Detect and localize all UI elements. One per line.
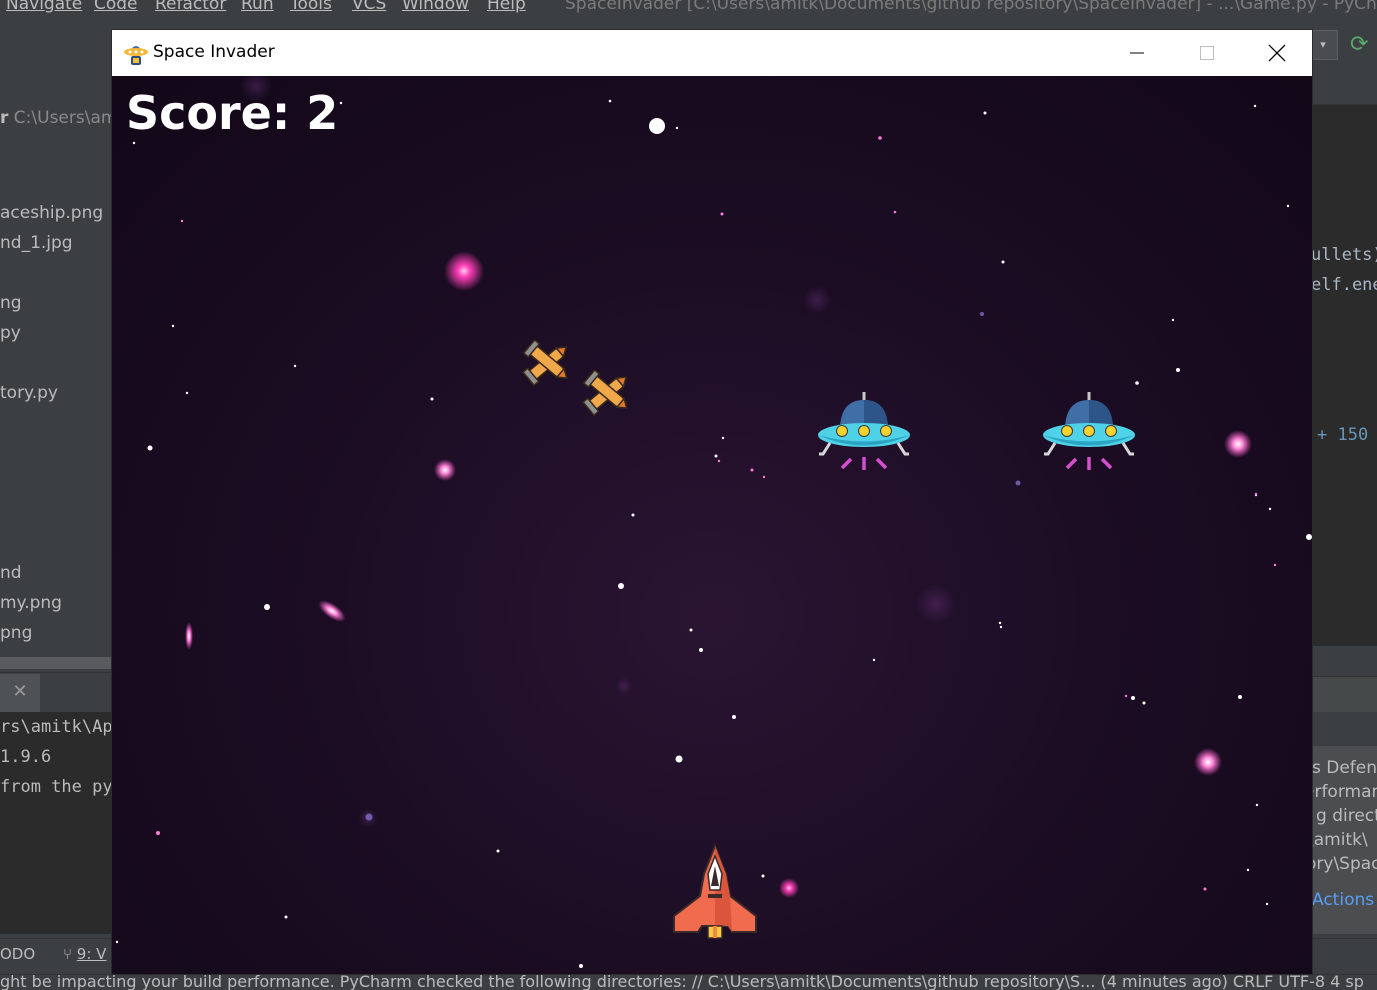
missile-bullet-icon [582, 370, 628, 416]
ufo-enemy-icon [818, 392, 910, 470]
game-canvas[interactable]: Score: 2 [112, 76, 1312, 974]
menu-help[interactable]: Help [487, 0, 526, 14]
close-icon [1268, 44, 1286, 62]
todo-tab[interactable]: ODO [0, 945, 35, 963]
ufo-icon [124, 46, 148, 65]
maximize-button[interactable] [1172, 30, 1242, 76]
project-item[interactable]: ng [0, 293, 22, 313]
status-bar: ght be impacting your build performance.… [0, 974, 1377, 990]
close-button[interactable] [1242, 30, 1312, 76]
minimize-button[interactable] [1102, 30, 1172, 76]
menu-run[interactable]: Run [241, 0, 274, 14]
window-title: Space Invader [153, 42, 275, 62]
menu-code[interactable]: Code [94, 0, 138, 14]
branch-icon: ⑂ [63, 945, 73, 963]
rerun-icon[interactable]: ⟳ [1350, 32, 1368, 57]
ide-menubar: Navigate Code Refactor Run Tools VCS Win… [0, 0, 1377, 20]
ide-window-title: SpaceInvader [C:\Users\amitk\Documents\g… [565, 0, 1377, 14]
notification-text: g direct [1316, 806, 1377, 826]
project-item[interactable]: tory.py [0, 383, 58, 403]
tool-window-header [1311, 676, 1377, 714]
notification-text: \amitk\ [1311, 830, 1368, 850]
code-line: ullets) [1311, 245, 1377, 265]
score-label: Score: 2 [126, 86, 339, 140]
starfield [115, 76, 1312, 968]
maximize-icon [1200, 46, 1214, 60]
menu-window[interactable]: Window [402, 0, 469, 14]
panel-divider [1311, 646, 1377, 676]
menu-refactor[interactable]: Refactor [155, 0, 226, 14]
game-window: Space Invader Score: 2 [112, 30, 1312, 974]
notification-balloon[interactable]: s Defen erforman g direct \amitk\ ory\Sp… [1311, 746, 1377, 934]
code-line: + 150 [1317, 425, 1369, 445]
ufo-enemy-icon [1043, 392, 1135, 470]
window-titlebar[interactable]: Space Invader [112, 30, 1312, 76]
run-console [0, 712, 112, 934]
notification-text: erforman [1312, 782, 1377, 802]
project-item[interactable]: nd_1.jpg [0, 233, 73, 253]
code-editor[interactable] [1311, 66, 1377, 646]
project-item[interactable]: py [0, 323, 21, 343]
console-line: from the pyg [0, 777, 123, 797]
code-line: elf.ene [1311, 275, 1377, 295]
project-header: r C:\Users\am [0, 108, 118, 128]
close-icon[interactable]: ✕ [0, 674, 40, 715]
status-message[interactable]: ght be impacting your build performance.… [0, 975, 1364, 990]
menu-tools[interactable]: Tools [290, 0, 332, 14]
console-line: rs\amitk\App [0, 717, 123, 737]
notification-text: s Defen [1312, 758, 1377, 778]
menu-navigate[interactable]: Navigate [6, 0, 82, 14]
console-line: 1.9.6 [0, 747, 52, 767]
minimize-icon [1130, 52, 1144, 54]
project-scrollbar[interactable] [0, 657, 112, 669]
project-item[interactable]: my.png [0, 593, 62, 613]
missile-bullet-icon [522, 340, 568, 386]
notification-text: ory\Spac [1312, 854, 1377, 874]
menu-vcs[interactable]: VCS [352, 0, 386, 14]
run-config-dropdown[interactable]: ▾ [1308, 30, 1338, 60]
vcs-tab[interactable]: ⑂ 9: V [63, 945, 106, 963]
panel-divider [1311, 712, 1377, 744]
project-item[interactable]: aceship.png [0, 203, 103, 223]
player-spaceship-icon [673, 844, 757, 939]
project-item[interactable]: nd [0, 563, 22, 583]
notification-actions-link[interactable]: Actions ▾ [1312, 890, 1377, 910]
project-item[interactable]: png [0, 623, 32, 643]
editor-tabstrip [1311, 66, 1377, 105]
